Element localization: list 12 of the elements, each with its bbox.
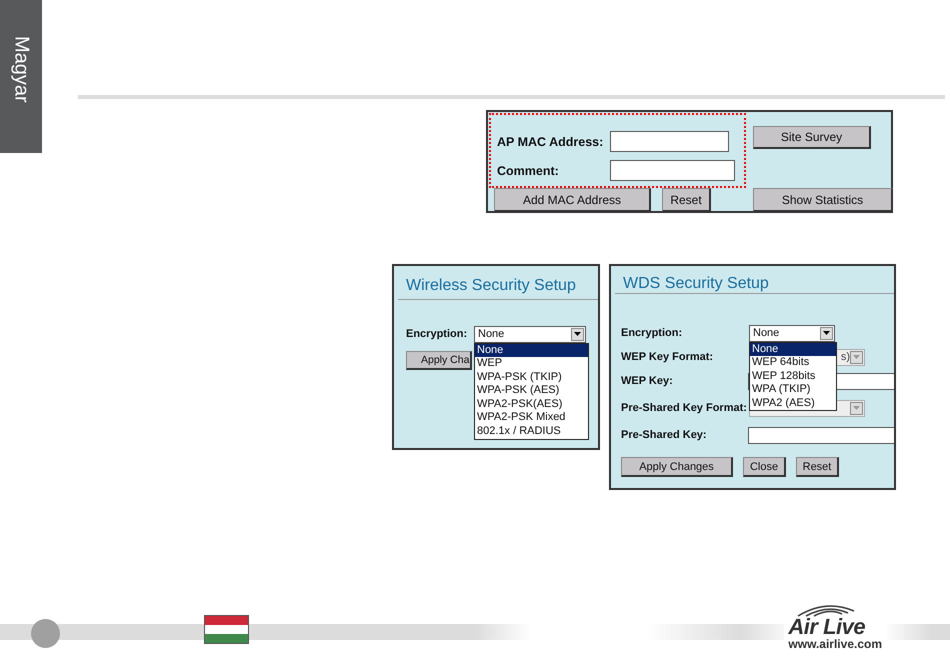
- field-label: Encryption:: [621, 327, 684, 339]
- website-url: www.airlive.com: [788, 637, 882, 652]
- panel-title: WDS Security Setup: [622, 274, 770, 293]
- field-label: WEP Key:: [621, 375, 674, 387]
- field-label: Pre-Shared Key:: [621, 429, 708, 441]
- panel-title: Wireless Security Setup: [405, 276, 577, 296]
- field-label: Encryption:: [406, 328, 468, 340]
- field-label: AP MAC Address:: [497, 134, 604, 148]
- field-label: Pre-Shared Key Format:: [621, 402, 748, 414]
- field-label: Comment:: [497, 164, 560, 178]
- field-label: WEP Key Format:: [621, 351, 714, 363]
- logo-text: Air Live: [788, 617, 866, 637]
